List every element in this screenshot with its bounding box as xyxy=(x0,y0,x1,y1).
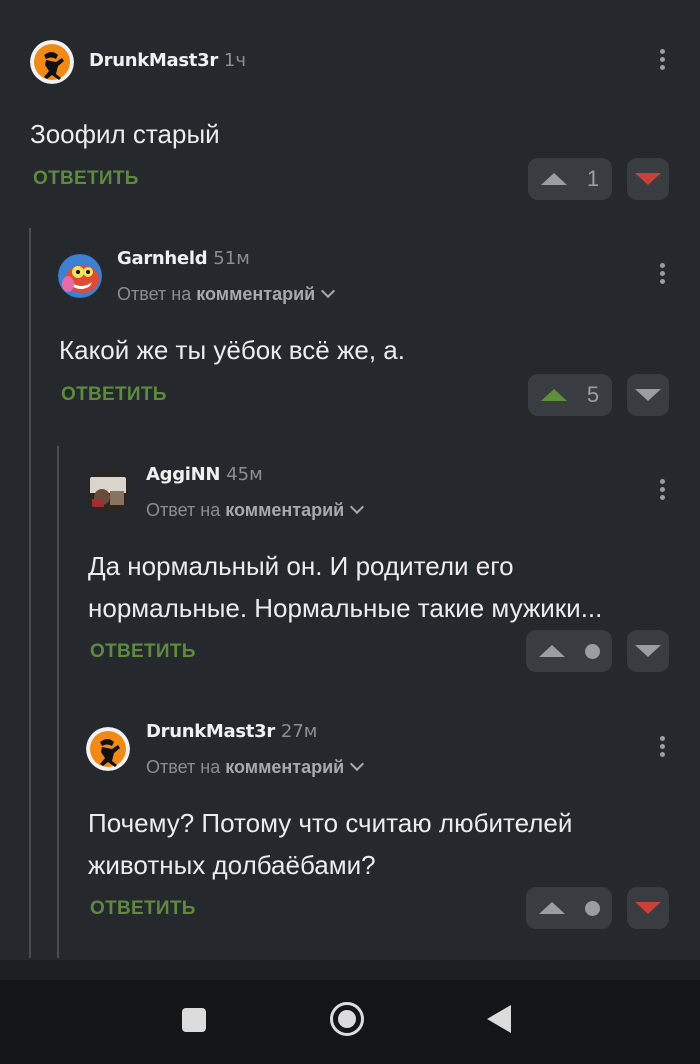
comment-time: 27м xyxy=(280,721,318,742)
more-options-icon[interactable] xyxy=(652,476,672,506)
back-icon[interactable] xyxy=(487,1005,511,1033)
thread-line-level-1 xyxy=(29,228,31,958)
comment-text: Зоофил старый xyxy=(30,119,220,149)
ninja-avatar-icon[interactable] xyxy=(86,727,130,771)
score: 1 xyxy=(586,166,600,191)
downvote-button[interactable] xyxy=(627,630,669,672)
score-hidden-dot xyxy=(584,643,600,659)
author-name[interactable]: DrunkMast3r 1ч xyxy=(89,50,246,71)
more-options-icon[interactable] xyxy=(652,46,672,76)
reply-button[interactable]: ОТВЕТИТЬ xyxy=(90,898,196,920)
chevron-down-icon xyxy=(350,499,365,515)
upvote-button[interactable]: 1 xyxy=(528,158,612,200)
chevron-down-icon xyxy=(321,283,336,299)
downvote-button[interactable] xyxy=(627,887,669,929)
author-name[interactable]: Garnheld 51м xyxy=(117,248,250,269)
bottom-strip xyxy=(0,960,700,980)
ninja-avatar-icon[interactable] xyxy=(30,40,74,84)
downvote-button[interactable] xyxy=(627,158,669,200)
downvote-icon xyxy=(635,173,661,185)
upvote-icon xyxy=(538,645,565,657)
reply-button[interactable]: ОТВЕТИТЬ xyxy=(90,641,196,663)
reply-to-link[interactable]: Ответ на комментарий xyxy=(117,283,336,305)
comment-text: Какой же ты уёбок всё же, а. xyxy=(59,335,405,365)
more-options-icon[interactable] xyxy=(652,733,672,763)
thread-line-level-2 xyxy=(57,446,59,958)
upvote-button[interactable] xyxy=(526,887,612,929)
reply-button[interactable]: ОТВЕТИТЬ xyxy=(33,168,139,190)
comment-time: 1ч xyxy=(223,50,246,71)
upvote-button[interactable] xyxy=(526,630,612,672)
downvote-icon xyxy=(635,389,661,401)
downvote-icon xyxy=(635,645,661,657)
comment-text: Почему? Потому что считаю любителей живо… xyxy=(88,808,573,880)
cartoon-monster-avatar-icon[interactable] xyxy=(58,254,102,298)
photo-avatar-icon[interactable] xyxy=(86,469,130,513)
reply-button[interactable]: ОТВЕТИТЬ xyxy=(61,384,167,406)
reply-to-link[interactable]: Ответ на комментарий xyxy=(146,756,365,778)
upvote-icon xyxy=(540,173,567,185)
score-hidden-dot xyxy=(584,900,600,916)
more-options-icon[interactable] xyxy=(652,260,672,290)
comment-time: 51м xyxy=(213,248,250,269)
author-name[interactable]: DrunkMast3r 27м xyxy=(146,721,317,742)
home-icon-inner xyxy=(338,1010,356,1028)
score: 5 xyxy=(586,382,600,407)
reply-to-link[interactable]: Ответ на комментарий xyxy=(146,499,365,521)
upvote-icon xyxy=(540,389,567,401)
recent-apps-icon[interactable] xyxy=(182,1008,206,1032)
downvote-icon xyxy=(635,902,661,914)
comment-text: Да нормальный он. И родители его нормаль… xyxy=(88,551,603,623)
chevron-down-icon xyxy=(350,756,365,772)
author-name[interactable]: AggiNN 45м xyxy=(146,464,263,485)
downvote-button[interactable] xyxy=(627,374,669,416)
upvote-button[interactable]: 5 xyxy=(528,374,612,416)
upvote-icon xyxy=(538,902,565,914)
comment-time: 45м xyxy=(226,464,263,485)
